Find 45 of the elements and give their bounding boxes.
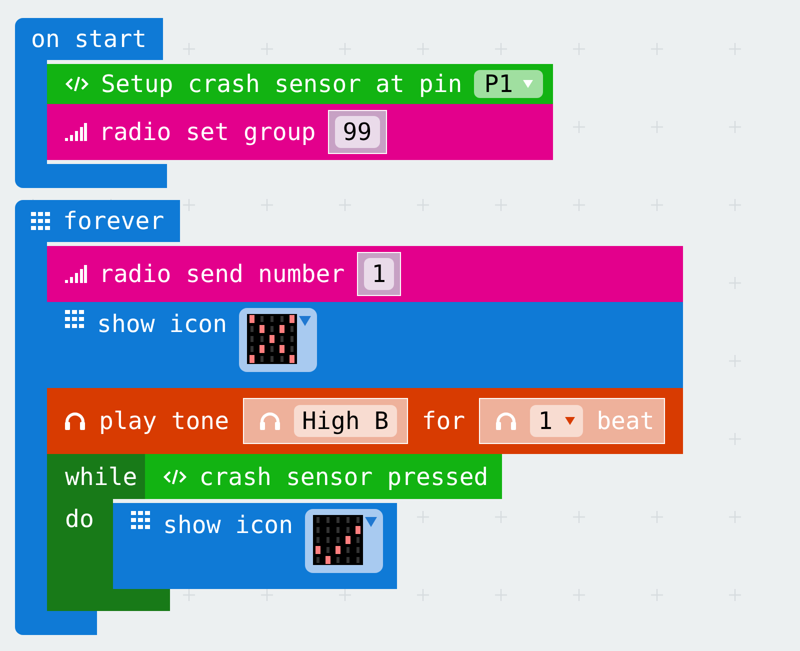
led-matrix: [247, 314, 298, 364]
number-field[interactable]: 1: [364, 258, 394, 290]
forever-block[interactable]: forever: [15, 200, 180, 242]
headphones-icon: [496, 412, 516, 430]
headphones-icon: [260, 412, 280, 430]
beat-dropdown[interactable]: 1: [530, 405, 583, 437]
block-label: crash sensor pressed: [199, 462, 488, 490]
on-start-block[interactable]: on start: [15, 18, 163, 60]
block-label: do: [65, 505, 94, 533]
block-label: forever: [63, 207, 164, 235]
block-label: show icon: [163, 511, 294, 539]
grid-icon: [31, 212, 51, 230]
led-matrix: [313, 515, 364, 565]
while-block[interactable]: while: [47, 454, 146, 499]
block-label: on start: [31, 25, 147, 53]
grid-icon: [131, 511, 151, 529]
note-field[interactable]: High B: [294, 405, 397, 437]
code-icon: [163, 468, 188, 486]
block-label: show icon: [97, 310, 228, 338]
headphones-icon: [65, 412, 85, 430]
block-label: play tone: [99, 407, 230, 435]
block-label: radio set group: [99, 118, 316, 146]
signal-icon: [65, 123, 87, 141]
radio-block[interactable]: radio set group 99: [47, 104, 554, 160]
signal-icon: [65, 265, 87, 283]
block-label: for: [422, 407, 466, 435]
block-label: beat: [596, 407, 654, 435]
number-field[interactable]: 99: [334, 116, 380, 148]
led-picker[interactable]: [305, 509, 384, 573]
block-label: while: [65, 462, 138, 490]
radio-block[interactable]: radio send number 1: [47, 246, 684, 302]
caret-icon: [523, 80, 534, 88]
caret-icon: [365, 517, 378, 527]
show-icon-block[interactable]: show icon: [113, 503, 398, 589]
pin-dropdown[interactable]: P1: [474, 70, 544, 98]
block-label: radio send number: [99, 260, 345, 288]
led-picker[interactable]: [239, 308, 318, 372]
caret-icon: [299, 316, 312, 326]
block-label: Setup crash sensor at pin: [101, 70, 462, 98]
show-icon-block[interactable]: show icon: [47, 302, 684, 388]
setup-block[interactable]: Setup crash sensor at pin P1: [47, 64, 554, 104]
play-tone-block[interactable]: play tone High B for 1 beat: [47, 388, 684, 454]
grid-icon: [65, 310, 85, 328]
code-icon: [65, 75, 89, 93]
caret-icon: [564, 417, 575, 425]
